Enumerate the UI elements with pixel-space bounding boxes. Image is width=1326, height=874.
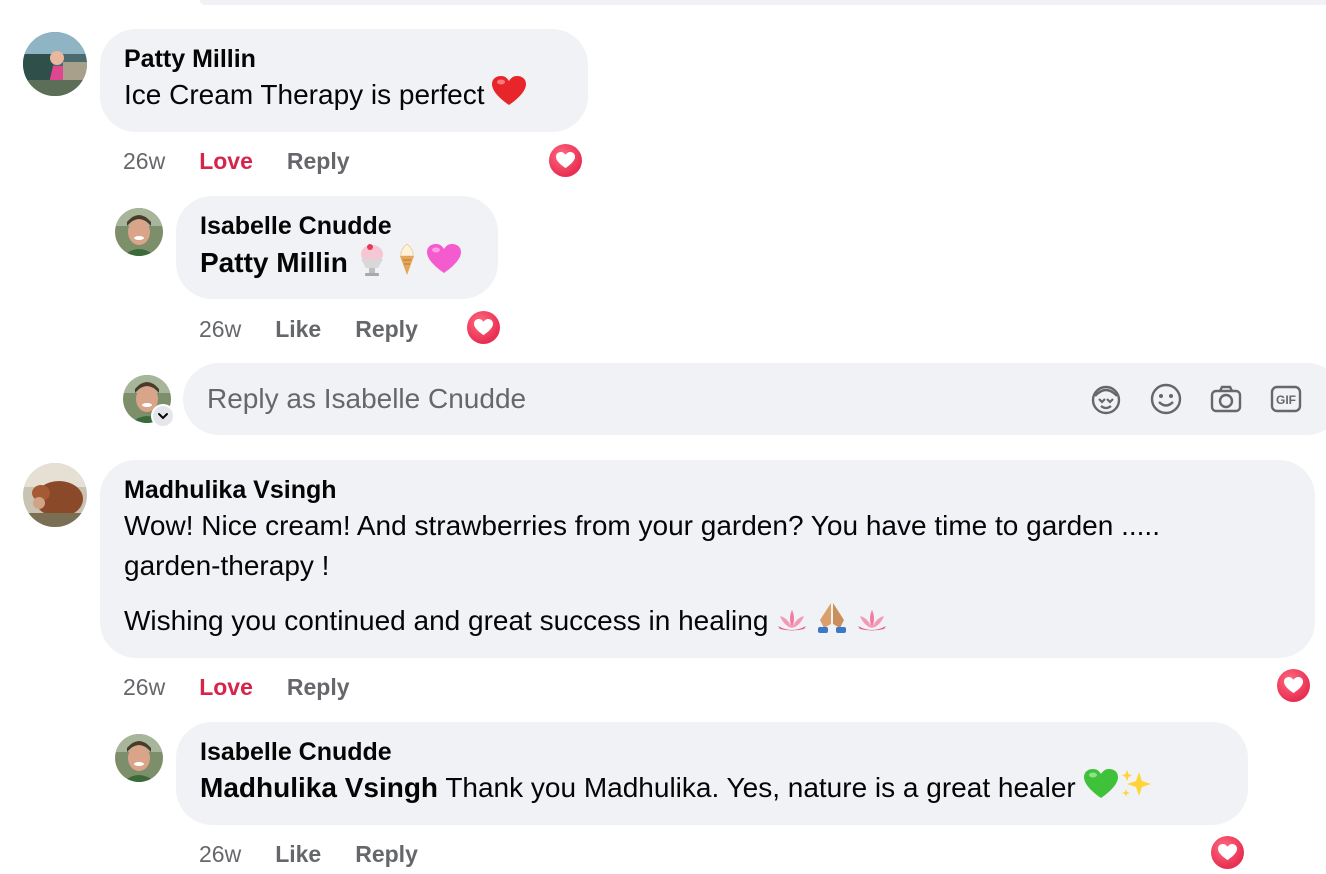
mention-link[interactable]: Madhulika Vsingh [200,772,438,803]
comment-text-content: Wishing you continued and great success … [124,604,769,636]
comment-bubble: Isabelle Cnudde Patty Millin [176,196,498,299]
heart-icon [548,143,582,177]
comment-bubble: Madhulika Vsingh Wow! Nice cream! And st… [100,460,1315,658]
comment-text-paragraph: Wishing you continued and great success … [124,600,1291,645]
comment-actions: 26w Like Reply [199,316,452,343]
previous-comment-bubble-edge [200,0,1326,5]
chevron-down-icon[interactable] [151,404,175,428]
comment-author[interactable]: Isabelle Cnudde [200,210,474,242]
comment-bubble: Patty Millin Ice Cream Therapy is perfec… [100,29,588,132]
lotus-icon [776,603,808,643]
comment-time[interactable]: 26w [123,674,165,701]
comment-actions: 26w Like Reply [199,841,452,868]
sparkles-icon [1119,768,1153,811]
camera-icon[interactable] [1208,381,1244,417]
love-button[interactable]: Love [199,148,253,175]
avatar-sticker-icon[interactable] [1088,381,1124,417]
emoji-icon[interactable] [1148,381,1184,417]
folded-hands-icon [816,600,848,645]
avatar[interactable] [23,32,87,96]
love-button[interactable]: Love [199,674,253,701]
comment-time[interactable]: 26w [123,148,165,175]
heart-icon [466,310,500,344]
comment-text-line: garden-therapy ! [124,550,330,581]
reply-button[interactable]: Reply [355,316,418,343]
comment-text-content: Ice Cream Therapy is perfect [124,79,485,110]
comment-time[interactable]: 26w [199,316,241,343]
comment-actions: 26w Love Reply [123,148,384,175]
avatar[interactable] [115,734,163,782]
shaved-ice-icon [356,242,388,287]
pink-heart-icon [427,244,462,285]
soft-ice-cream-icon [395,242,419,287]
red-heart-icon [492,76,527,117]
comment-author[interactable]: Madhulika Vsingh [124,474,1291,506]
avatar[interactable] [23,463,87,527]
comment-text: Patty Millin [200,242,474,287]
comment-text: Madhulika Vsingh Thank you Madhulika. Ye… [200,768,1224,811]
comment-time[interactable]: 26w [199,841,241,868]
reply-button[interactable]: Reply [287,674,350,701]
like-button[interactable]: Like [275,316,321,343]
comment-author[interactable]: Isabelle Cnudde [200,736,1224,768]
lotus-icon [856,603,888,643]
reply-toolbar: GIF [1088,381,1326,417]
like-button[interactable]: Like [275,841,321,868]
comment-text-content: Thank you Madhulika. Yes, nature is a gr… [445,772,1076,803]
mention-link[interactable]: Patty Millin [200,247,348,278]
love-reaction-badge[interactable] [546,141,584,179]
heart-icon [1276,668,1310,702]
gif-icon[interactable]: GIF [1268,381,1304,417]
love-reaction-badge[interactable] [464,308,502,346]
reply-button[interactable]: Reply [287,148,350,175]
love-reaction-badge[interactable] [1274,666,1312,704]
avatar[interactable] [115,208,163,256]
comment-text: Ice Cream Therapy is perfect [124,75,564,117]
heart-icon [1210,835,1244,869]
comment-text: Wow! Nice cream! And strawberries from y… [124,506,1291,586]
green-heart-icon [1083,769,1118,810]
comment-text-line: Wow! Nice cream! And strawberries from y… [124,510,1160,541]
svg-text:GIF: GIF [1276,393,1296,407]
comment-actions: 26w Love Reply [123,674,384,701]
comment-author[interactable]: Patty Millin [124,43,564,75]
comment-bubble: Isabelle Cnudde Madhulika Vsingh Thank y… [176,722,1248,825]
reply-placeholder: Reply as Isabelle Cnudde [207,383,527,414]
reply-button[interactable]: Reply [355,841,418,868]
love-reaction-badge[interactable] [1208,833,1246,871]
